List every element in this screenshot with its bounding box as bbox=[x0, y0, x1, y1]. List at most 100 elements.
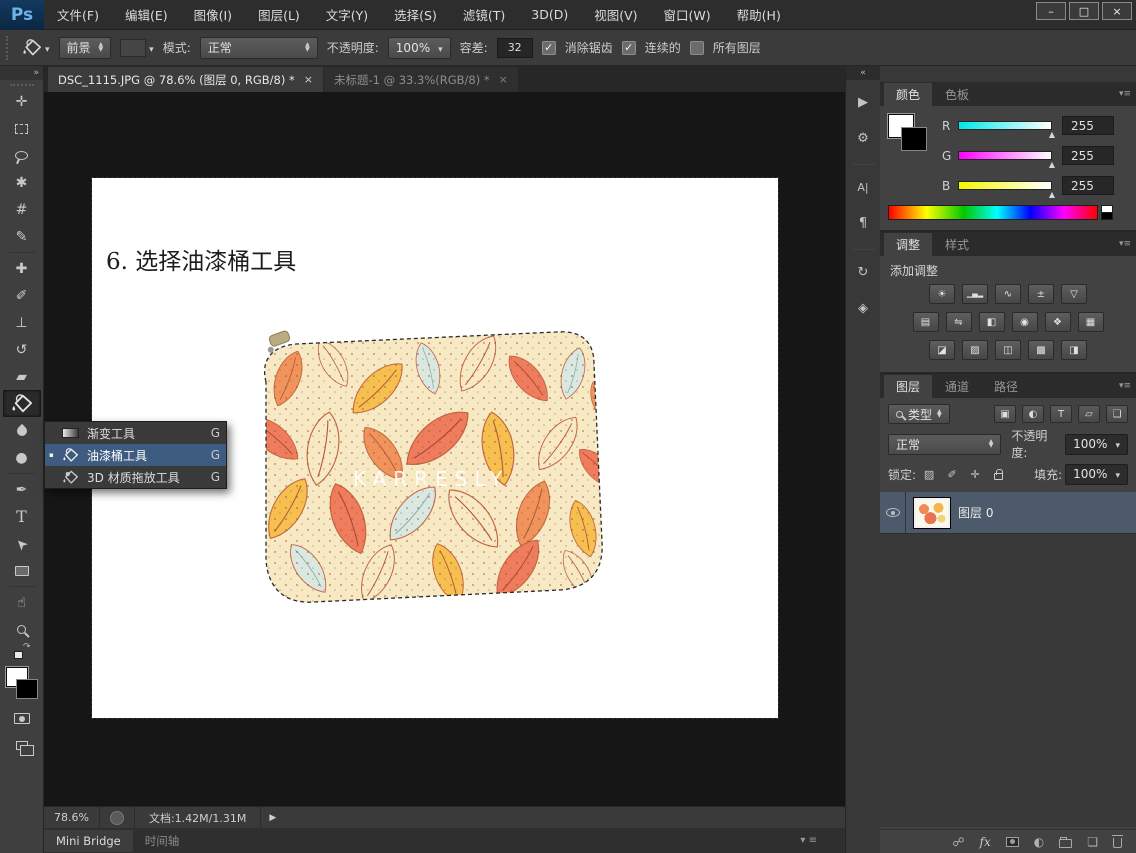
tab-styles[interactable]: 样式 bbox=[933, 233, 981, 256]
tab-channels[interactable]: 通道 bbox=[933, 375, 981, 398]
lock-pixels-icon[interactable]: ✐ bbox=[942, 465, 962, 483]
quick-mask-button[interactable] bbox=[3, 705, 41, 732]
panel-menu-icon[interactable] bbox=[1119, 89, 1131, 99]
tab-mini-bridge[interactable]: Mini Bridge bbox=[44, 830, 133, 852]
history-brush-tool[interactable]: ↺ bbox=[3, 336, 41, 363]
layer-style-fx-icon[interactable]: fx bbox=[980, 835, 991, 849]
layer-fill-field[interactable]: 100% bbox=[1065, 464, 1128, 485]
tab-close-icon[interactable]: × bbox=[304, 73, 313, 86]
tolerance-input[interactable] bbox=[497, 38, 533, 58]
collapse-toolbar-icon[interactable]: » bbox=[0, 66, 43, 80]
black-white-icon[interactable]: ◧ bbox=[979, 312, 1005, 332]
blue-slider[interactable] bbox=[958, 181, 1052, 190]
slider-thumb-icon[interactable] bbox=[1049, 190, 1055, 199]
new-adjustment-layer-icon[interactable]: ◐ bbox=[1034, 835, 1044, 849]
screen-mode-button[interactable] bbox=[3, 732, 41, 759]
blend-mode-dropdown[interactable]: 正常 bbox=[888, 434, 1001, 455]
crop-tool[interactable]: # bbox=[3, 196, 41, 223]
bottom-panel-menu-icon[interactable] bbox=[800, 835, 817, 846]
tab-paths[interactable]: 路径 bbox=[982, 375, 1030, 398]
contiguous-checkbox[interactable] bbox=[622, 41, 636, 55]
spectrum-end-swatches[interactable] bbox=[1101, 205, 1113, 220]
zoom-tool[interactable] bbox=[3, 616, 41, 643]
path-selection-tool[interactable]: ➤ bbox=[3, 530, 41, 557]
layer-thumbnail[interactable] bbox=[914, 498, 950, 528]
flyout-gradient-tool[interactable]: 渐变工具 G bbox=[45, 422, 226, 444]
vibrance-icon[interactable]: ▽ bbox=[1061, 284, 1087, 304]
pen-tool[interactable]: ✒ bbox=[3, 476, 41, 503]
filter-pixel-layers-icon[interactable]: ▣ bbox=[994, 405, 1016, 423]
menu-edit[interactable]: 编辑(E) bbox=[112, 0, 181, 30]
brightness-contrast-icon[interactable]: ☀ bbox=[929, 284, 955, 304]
new-layer-icon[interactable]: ❏ bbox=[1087, 835, 1098, 849]
menu-type[interactable]: 文字(Y) bbox=[313, 0, 381, 30]
color-spectrum-ramp[interactable] bbox=[888, 205, 1098, 220]
lasso-tool[interactable] bbox=[3, 142, 41, 169]
document-tab-inactive[interactable]: 未标题-1 @ 33.3%(RGB/8) * × bbox=[324, 67, 518, 92]
lock-position-icon[interactable]: ✛ bbox=[965, 465, 985, 483]
opacity-dropdown[interactable]: 100% bbox=[388, 37, 451, 59]
exposure-icon[interactable]: ± bbox=[1028, 284, 1054, 304]
menu-filter[interactable]: 滤镜(T) bbox=[450, 0, 518, 30]
pattern-swatch[interactable] bbox=[120, 39, 146, 57]
hue-saturation-icon[interactable]: ▤ bbox=[913, 312, 939, 332]
healing-brush-tool[interactable]: ✚ bbox=[3, 255, 41, 282]
magic-wand-tool[interactable]: ✱ bbox=[3, 169, 41, 196]
layer-row-selected[interactable]: 图层 0 bbox=[880, 492, 1136, 534]
color-lookup-icon[interactable]: ▦ bbox=[1078, 312, 1104, 332]
slider-thumb-icon[interactable] bbox=[1049, 160, 1055, 169]
new-group-icon[interactable] bbox=[1059, 839, 1072, 848]
shape-tool[interactable] bbox=[3, 557, 41, 584]
layer-visibility-cell[interactable] bbox=[880, 492, 906, 533]
menu-layer[interactable]: 图层(L) bbox=[245, 0, 313, 30]
tab-swatches[interactable]: 色板 bbox=[933, 83, 981, 106]
close-button[interactable]: × bbox=[1102, 2, 1132, 20]
type-tool[interactable]: T bbox=[3, 503, 41, 530]
menu-3d[interactable]: 3D(D) bbox=[518, 0, 581, 30]
link-layers-icon[interactable]: ☍ bbox=[952, 835, 964, 849]
threshold-icon[interactable]: ◫ bbox=[995, 340, 1021, 360]
pattern-dropdown-icon[interactable] bbox=[149, 41, 154, 55]
delete-layer-icon[interactable] bbox=[1113, 838, 1122, 848]
filter-type-layers-icon[interactable]: T bbox=[1050, 405, 1072, 423]
default-colors-button[interactable] bbox=[3, 643, 41, 661]
fill-source-dropdown[interactable]: 前景 bbox=[59, 37, 112, 59]
maximize-button[interactable]: □ bbox=[1069, 2, 1099, 20]
status-menu-icon[interactable] bbox=[110, 811, 124, 825]
status-arrow-icon[interactable]: ▶ bbox=[269, 813, 276, 823]
tab-color[interactable]: 颜色 bbox=[884, 83, 932, 106]
red-value-field[interactable]: 255 bbox=[1062, 116, 1114, 135]
dodge-tool[interactable]: ● bbox=[3, 444, 41, 471]
tab-layers[interactable]: 图层 bbox=[884, 375, 932, 398]
curves-icon[interactable]: ∿ bbox=[995, 284, 1021, 304]
red-slider[interactable] bbox=[958, 121, 1052, 130]
menu-file[interactable]: 文件(F) bbox=[44, 0, 112, 30]
layer-name[interactable]: 图层 0 bbox=[958, 504, 993, 521]
slider-thumb-icon[interactable] bbox=[1049, 130, 1055, 139]
properties-panel-icon[interactable]: ⚙ bbox=[849, 124, 878, 152]
filter-smart-object-icon[interactable]: ❏ bbox=[1106, 405, 1128, 423]
tab-close-icon[interactable]: × bbox=[499, 73, 508, 86]
tab-timeline[interactable]: 时间轴 bbox=[133, 829, 192, 853]
photo-filter-icon[interactable]: ◉ bbox=[1012, 312, 1038, 332]
paragraph-panel-icon[interactable]: ¶ bbox=[849, 209, 878, 237]
panel-menu-icon[interactable] bbox=[1119, 381, 1131, 391]
channel-mixer-icon[interactable]: ❖ bbox=[1045, 312, 1071, 332]
blur-tool[interactable] bbox=[3, 417, 41, 444]
panel-menu-icon[interactable] bbox=[1119, 239, 1131, 249]
layer-opacity-field[interactable]: 100% bbox=[1065, 434, 1128, 455]
gradient-map-icon[interactable]: ▩ bbox=[1028, 340, 1054, 360]
brush-tool[interactable]: ✐ bbox=[3, 282, 41, 309]
invert-icon[interactable]: ◪ bbox=[929, 340, 955, 360]
flyout-paint-bucket-tool[interactable]: ▪ 油漆桶工具 G bbox=[45, 444, 226, 466]
move-tool[interactable]: ✛ bbox=[3, 88, 41, 115]
document-tab-active[interactable]: DSC_1115.JPG @ 78.6% (图层 0, RGB/8) * × bbox=[48, 67, 323, 92]
levels-icon[interactable]: ▁▄▂ bbox=[962, 284, 988, 304]
eraser-tool[interactable]: ▰ bbox=[3, 363, 41, 390]
menu-help[interactable]: 帮助(H) bbox=[724, 0, 794, 30]
posterize-icon[interactable]: ▨ bbox=[962, 340, 988, 360]
minimize-button[interactable]: – bbox=[1036, 2, 1066, 20]
layer-filter-dropdown[interactable]: 类型 bbox=[888, 404, 950, 424]
clone-stamp-tool[interactable]: ⊥ bbox=[3, 309, 41, 336]
menu-window[interactable]: 窗口(W) bbox=[651, 0, 724, 30]
